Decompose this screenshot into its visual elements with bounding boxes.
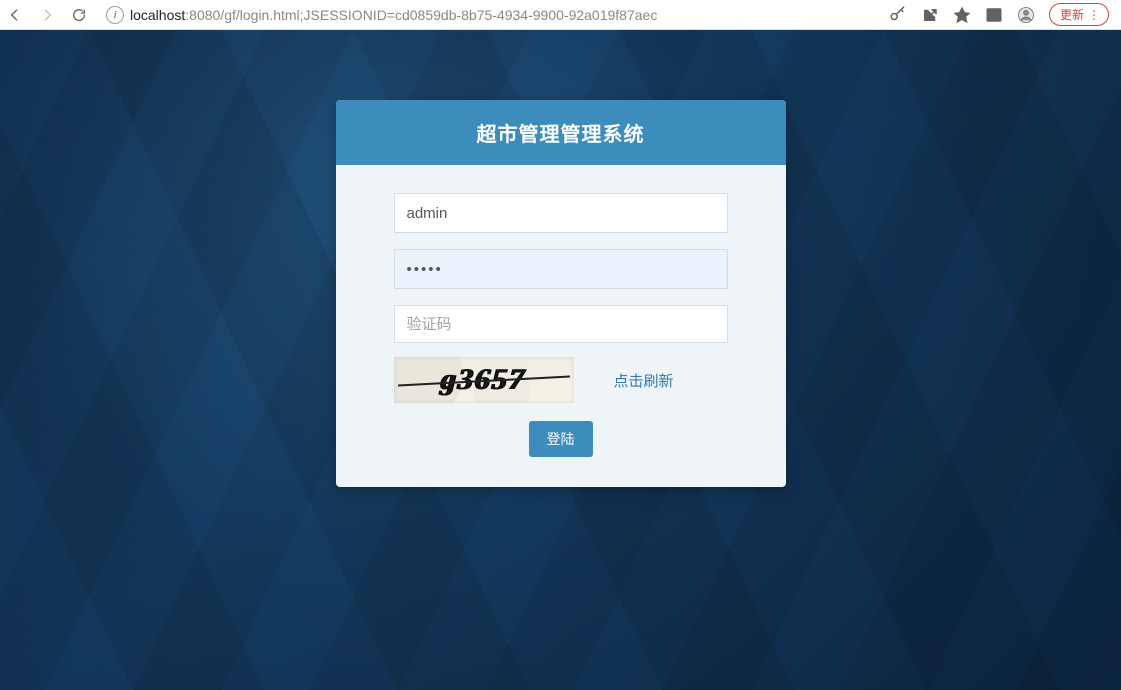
browser-toolbar: i localhost:8080/gf/login.html;JSESSIONI…	[0, 0, 1121, 30]
site-info-icon[interactable]: i	[106, 6, 124, 24]
captcha-row: g3657 点击刷新	[394, 357, 728, 403]
submit-row: 登陆	[394, 421, 728, 457]
update-button[interactable]: 更新 ⋮	[1049, 3, 1109, 26]
profile-icon[interactable]	[1017, 6, 1035, 24]
captcha-input[interactable]	[394, 305, 728, 343]
login-title: 超市管理管理系统	[336, 100, 786, 165]
username-input[interactable]	[394, 193, 728, 233]
page-background: 超市管理管理系统 g3657 点击刷新 登陆	[0, 30, 1121, 690]
update-label: 更新	[1060, 6, 1084, 23]
url-path: :8080/gf/login.html;JSESSIONID=cd0859db-…	[185, 7, 657, 23]
back-button[interactable]	[6, 6, 24, 24]
login-form: g3657 点击刷新 登陆	[336, 165, 786, 487]
toolbar-right: 更新 ⋮	[889, 3, 1115, 26]
bookmark-star-icon[interactable]	[953, 6, 971, 24]
login-button[interactable]: 登陆	[529, 421, 593, 457]
reload-button[interactable]	[70, 6, 88, 24]
forward-button[interactable]	[38, 6, 56, 24]
captcha-image[interactable]: g3657	[394, 357, 574, 403]
url-text: localhost:8080/gf/login.html;JSESSIONID=…	[130, 7, 875, 23]
menu-dots-icon: ⋮	[1088, 13, 1100, 17]
url-host: localhost	[130, 7, 185, 23]
side-panel-icon[interactable]	[985, 6, 1003, 24]
captcha-refresh-link[interactable]: 点击刷新	[614, 370, 674, 391]
address-bar[interactable]: i localhost:8080/gf/login.html;JSESSIONI…	[106, 6, 875, 24]
password-input[interactable]	[394, 249, 728, 289]
share-icon[interactable]	[921, 6, 939, 24]
login-card: 超市管理管理系统 g3657 点击刷新 登陆	[336, 100, 786, 487]
key-icon[interactable]	[889, 6, 907, 24]
